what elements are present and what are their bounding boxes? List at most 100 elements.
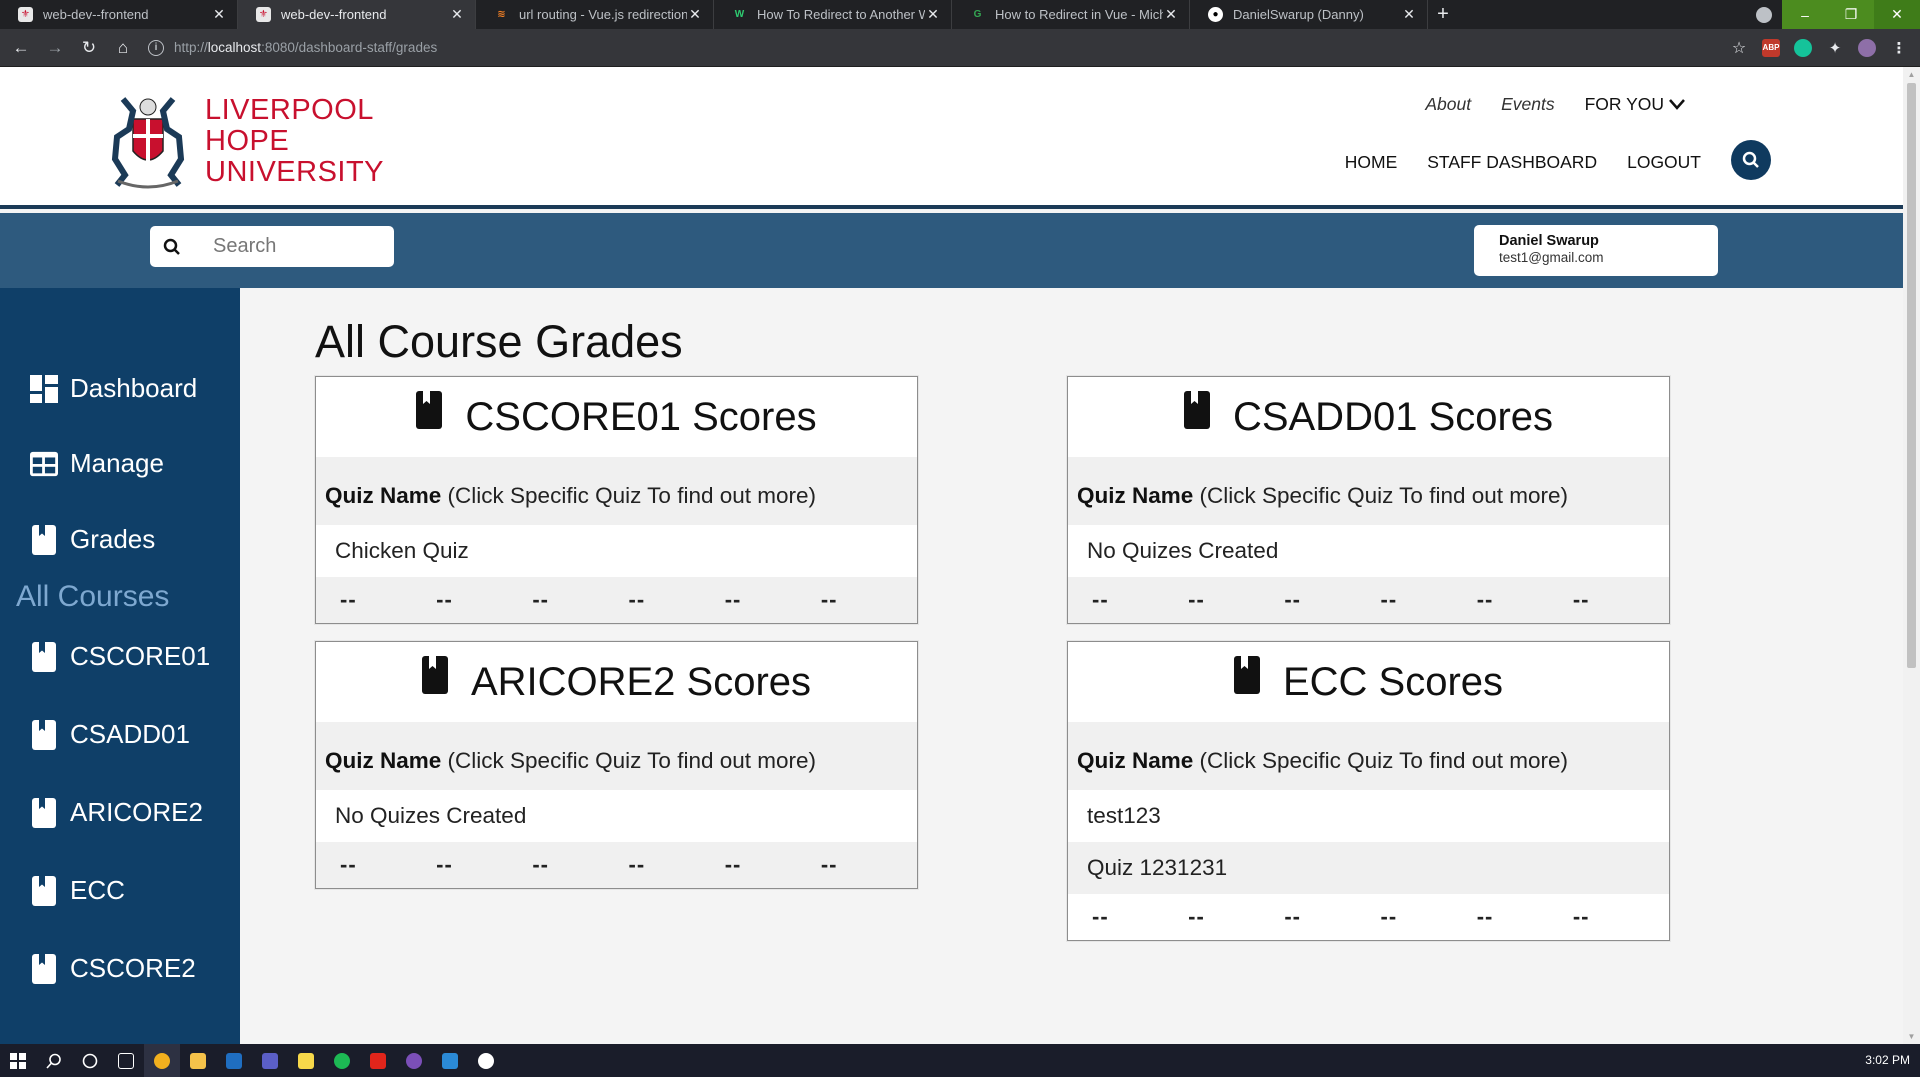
- tab-search-button[interactable]: [1746, 0, 1782, 29]
- windows-start-button[interactable]: [0, 1044, 36, 1077]
- taskbar-outlook[interactable]: [216, 1044, 252, 1077]
- for-you-dropdown[interactable]: FOR YOU: [1585, 94, 1685, 115]
- taskbar-chrome[interactable]: [144, 1044, 180, 1077]
- browser-tab-2[interactable]: ⚜ web-dev--frontend ✕: [238, 0, 476, 29]
- browser-tab-3[interactable]: ≋ url routing - Vue.js redirection to ✕: [476, 0, 714, 29]
- score-cell: --: [340, 587, 357, 612]
- quiz-name-hint: (Click Specific Quiz To find out more): [1199, 748, 1569, 773]
- quiz-item[interactable]: test123: [1068, 790, 1669, 842]
- quiz-item[interactable]: Chicken Quiz: [316, 525, 917, 577]
- course-card-aricore2: ARICORE2 Scores Quiz Name (Click Specifi…: [315, 641, 918, 889]
- quiz-name-label: Quiz Name: [1077, 748, 1194, 773]
- sidebar-item-label: Manage: [70, 448, 164, 478]
- task-view-button[interactable]: [108, 1044, 144, 1077]
- back-button[interactable]: ←: [8, 35, 34, 61]
- taskbar-app-white[interactable]: [468, 1044, 504, 1077]
- taskbar-search-button[interactable]: [36, 1044, 72, 1077]
- grammarly-icon[interactable]: [1794, 38, 1812, 57]
- quiz-name-header: Quiz Name (Click Specific Quiz To find o…: [316, 457, 917, 525]
- bookmark-star-icon[interactable]: ☆: [1730, 39, 1748, 57]
- close-tab-icon[interactable]: ✕: [1163, 6, 1179, 23]
- table-icon: [30, 450, 58, 478]
- tab-title: web-dev--frontend: [281, 7, 387, 22]
- logo-text: LIVERPOOL HOPE UNIVERSITY: [205, 93, 385, 188]
- search-icon: [163, 238, 180, 255]
- sidebar-item-dashboard[interactable]: Dashboard: [30, 373, 197, 404]
- forward-button[interactable]: →: [42, 35, 68, 61]
- address-bar[interactable]: i http://localhost:8080/dashboard-staff/…: [148, 33, 1716, 63]
- user-name: Daniel Swarup: [1499, 233, 1599, 249]
- nav-logout[interactable]: LOGOUT: [1627, 152, 1701, 173]
- site-info-icon[interactable]: i: [148, 39, 164, 56]
- close-tab-icon[interactable]: ✕: [687, 6, 703, 23]
- sidebar-item-label: ECC: [70, 875, 125, 905]
- cortana-button[interactable]: [72, 1044, 108, 1077]
- book-icon: [30, 641, 58, 672]
- dashboard-search[interactable]: [150, 226, 394, 267]
- vscode-icon: [442, 1052, 458, 1069]
- page-title: All Course Grades: [315, 316, 683, 367]
- new-tab-button[interactable]: +: [1428, 0, 1458, 29]
- logo-line: LIVERPOOL: [205, 93, 374, 126]
- scroll-up-icon[interactable]: ▲: [1907, 70, 1916, 79]
- book-icon: [30, 524, 58, 555]
- header-search-button[interactable]: [1731, 140, 1771, 180]
- score-row: -- -- -- -- -- --: [316, 842, 917, 888]
- taskbar-vscode[interactable]: [432, 1044, 468, 1077]
- folder-icon: [190, 1052, 206, 1069]
- restore-button[interactable]: ❐: [1828, 0, 1874, 29]
- taskbar-acrobat[interactable]: [360, 1044, 396, 1077]
- taskbar-teams[interactable]: [252, 1044, 288, 1077]
- search-input[interactable]: [213, 235, 383, 258]
- quiz-name-label: Quiz Name: [325, 483, 442, 508]
- sidebar-item-manage[interactable]: Manage: [30, 448, 164, 479]
- nav-staff-dashboard[interactable]: STAFF DASHBOARD: [1427, 152, 1597, 173]
- about-link[interactable]: About: [1425, 94, 1471, 115]
- sidebar-course-ecc[interactable]: ECC: [30, 875, 125, 906]
- score-cell: --: [436, 587, 453, 612]
- logo-line: UNIVERSITY: [205, 155, 385, 188]
- sidebar-course-cscore2[interactable]: CSCORE2: [30, 953, 196, 984]
- quiz-name-header: Quiz Name (Click Specific Quiz To find o…: [316, 722, 917, 790]
- adblock-icon[interactable]: ABP: [1762, 38, 1780, 57]
- taskbar-clock[interactable]: 3:02 PM: [1865, 1053, 1910, 1067]
- taskbar-app-purple[interactable]: [396, 1044, 432, 1077]
- sidebar-item-label: ARICORE2: [70, 797, 203, 827]
- w-favicon-icon: W: [734, 9, 745, 20]
- nav-home[interactable]: HOME: [1345, 152, 1398, 173]
- page-scrollbar[interactable]: ▲ ▼: [1903, 67, 1920, 1044]
- quiz-item[interactable]: Quiz 1231231: [1068, 842, 1669, 894]
- browser-tab-4[interactable]: W How To Redirect to Another Web ✕: [714, 0, 952, 29]
- score-cell: --: [1188, 904, 1205, 929]
- scroll-down-icon[interactable]: ▼: [1907, 1032, 1916, 1041]
- taskbar-sticky-notes[interactable]: [288, 1044, 324, 1077]
- user-info-box[interactable]: Daniel Swarup test1@gmail.com: [1474, 225, 1718, 276]
- minimize-button[interactable]: –: [1782, 0, 1828, 29]
- sidebar-course-cscore01[interactable]: CSCORE01: [30, 641, 210, 672]
- close-tab-icon[interactable]: ✕: [211, 6, 227, 23]
- scrollbar-thumb[interactable]: [1907, 83, 1916, 668]
- close-tab-icon[interactable]: ✕: [449, 6, 465, 23]
- profile-avatar[interactable]: [1858, 38, 1876, 57]
- events-link[interactable]: Events: [1501, 94, 1555, 115]
- browser-tab-5[interactable]: G How to Redirect in Vue - Michael ✕: [952, 0, 1190, 29]
- windows-logo-icon: [10, 1052, 26, 1069]
- taskbar-explorer[interactable]: [180, 1044, 216, 1077]
- score-cell: --: [724, 587, 742, 612]
- close-tab-icon[interactable]: ✕: [925, 6, 941, 23]
- url-path: :8080/dashboard-staff/grades: [261, 40, 438, 55]
- university-logo[interactable]: LIVERPOOL HOPE UNIVERSITY: [103, 89, 384, 193]
- browser-tab-1[interactable]: ⚜ web-dev--frontend ✕: [0, 0, 238, 29]
- reload-button[interactable]: ↻: [76, 35, 102, 61]
- browser-tab-6[interactable]: ● DanielSwarup (Danny) ✕: [1190, 0, 1428, 29]
- sidebar-item-grades[interactable]: Grades: [30, 524, 155, 555]
- home-button[interactable]: ⌂: [110, 35, 136, 61]
- university-crest-icon: [111, 97, 185, 189]
- close-tab-icon[interactable]: ✕: [1401, 6, 1417, 23]
- extensions-puzzle-icon[interactable]: ✦: [1826, 39, 1844, 57]
- sidebar-course-aricore2[interactable]: ARICORE2: [30, 797, 203, 828]
- taskbar-spotify[interactable]: [324, 1044, 360, 1077]
- browser-menu-icon[interactable]: ⋮: [1890, 39, 1908, 57]
- sidebar-course-csadd01[interactable]: CSADD01: [30, 719, 190, 750]
- close-window-button[interactable]: ✕: [1874, 0, 1920, 29]
